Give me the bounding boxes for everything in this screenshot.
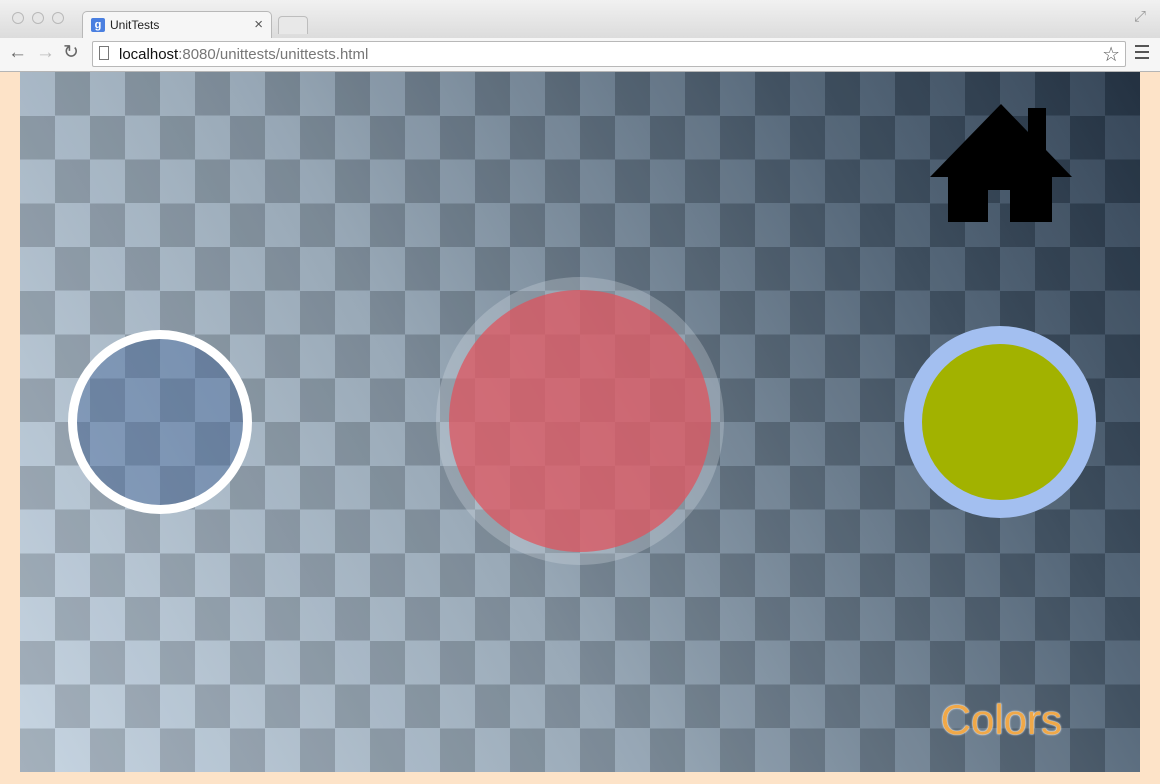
zoom-window-button[interactable] bbox=[52, 12, 64, 24]
minimize-window-button[interactable] bbox=[32, 12, 44, 24]
tab-close-button[interactable]: × bbox=[254, 16, 263, 33]
green-circle[interactable] bbox=[904, 326, 1096, 518]
reload-button[interactable]: ↻ bbox=[63, 42, 79, 64]
canvas-stage[interactable]: Colors bbox=[20, 72, 1140, 772]
window-titlebar: g UnitTests × ⤢ bbox=[0, 0, 1160, 38]
red-circle[interactable] bbox=[449, 290, 711, 552]
colors-label[interactable]: Colors bbox=[941, 696, 1062, 744]
browser-tab[interactable]: g UnitTests × bbox=[82, 11, 272, 38]
url-host: localhost bbox=[119, 46, 179, 63]
back-button[interactable]: ← bbox=[8, 42, 27, 64]
url-text[interactable]: localhost:8080/unittests/unittests.html bbox=[119, 46, 368, 63]
tab-title: UnitTests bbox=[110, 18, 160, 32]
home-icon[interactable] bbox=[930, 104, 1072, 222]
new-tab-button[interactable] bbox=[278, 16, 308, 34]
page-icon bbox=[99, 46, 109, 60]
url-path: :8080/unittests/unittests.html bbox=[178, 46, 369, 63]
forward-button[interactable]: → bbox=[36, 42, 55, 64]
blue-circle[interactable] bbox=[68, 330, 252, 514]
menu-icon[interactable] bbox=[1135, 45, 1149, 63]
address-bar[interactable]: localhost:8080/unittests/unittests.html … bbox=[92, 41, 1126, 67]
favicon-icon: g bbox=[91, 18, 105, 32]
browser-toolbar: ← → ↻ localhost:8080/unittests/unittests… bbox=[0, 38, 1160, 72]
fullscreen-icon[interactable]: ⤢ bbox=[1134, 8, 1146, 25]
close-window-button[interactable] bbox=[12, 12, 24, 24]
bookmark-star-icon[interactable]: ☆ bbox=[1102, 42, 1120, 67]
